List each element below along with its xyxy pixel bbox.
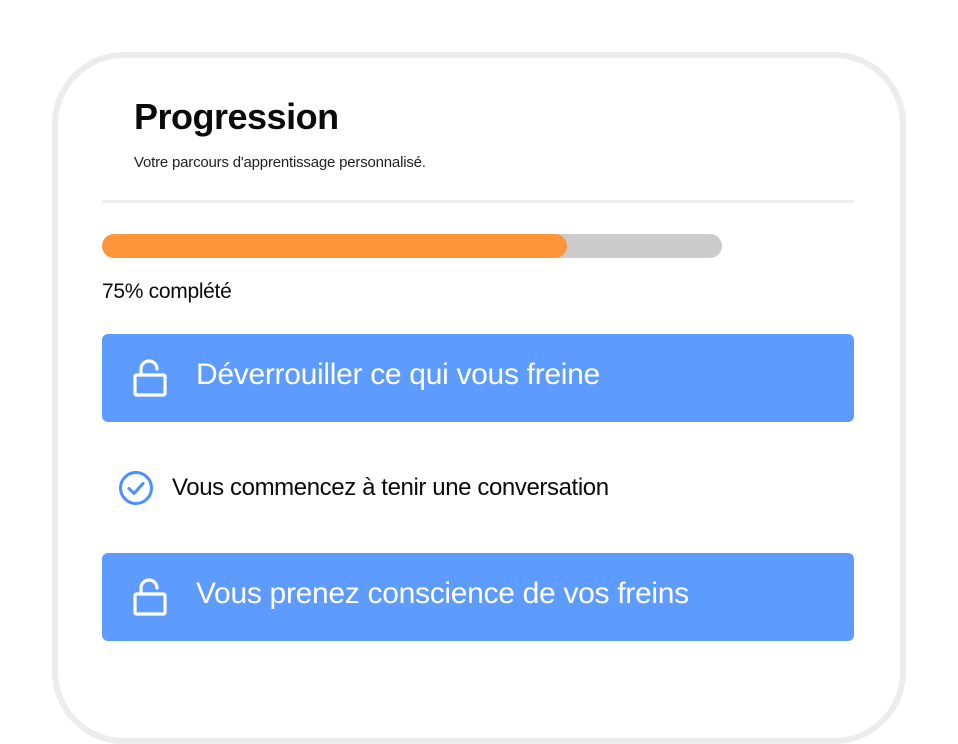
progress-label: 75% complété bbox=[102, 280, 232, 303]
header-divider bbox=[102, 200, 854, 203]
step-label: Vous commencez à tenir une conversation bbox=[172, 474, 609, 501]
page-title: Progression bbox=[134, 96, 339, 137]
step-completed-conversation[interactable]: Vous commencez à tenir une conversation bbox=[118, 470, 609, 506]
step-button-awareness[interactable]: Vous prenez conscience de vos freins bbox=[102, 553, 854, 641]
check-circle-icon bbox=[119, 471, 153, 505]
unlock-icon bbox=[133, 359, 167, 397]
step-label: Vous prenez conscience de vos freins bbox=[196, 577, 689, 610]
page-subtitle: Votre parcours d'apprentissage personnal… bbox=[134, 154, 426, 171]
progress-bar bbox=[102, 234, 722, 258]
unlock-icon bbox=[133, 578, 167, 616]
step-button-unlock-blockers[interactable]: Déverrouiller ce qui vous freine bbox=[102, 334, 854, 422]
progress-bar-fill bbox=[102, 234, 567, 258]
step-label: Déverrouiller ce qui vous freine bbox=[196, 358, 600, 391]
